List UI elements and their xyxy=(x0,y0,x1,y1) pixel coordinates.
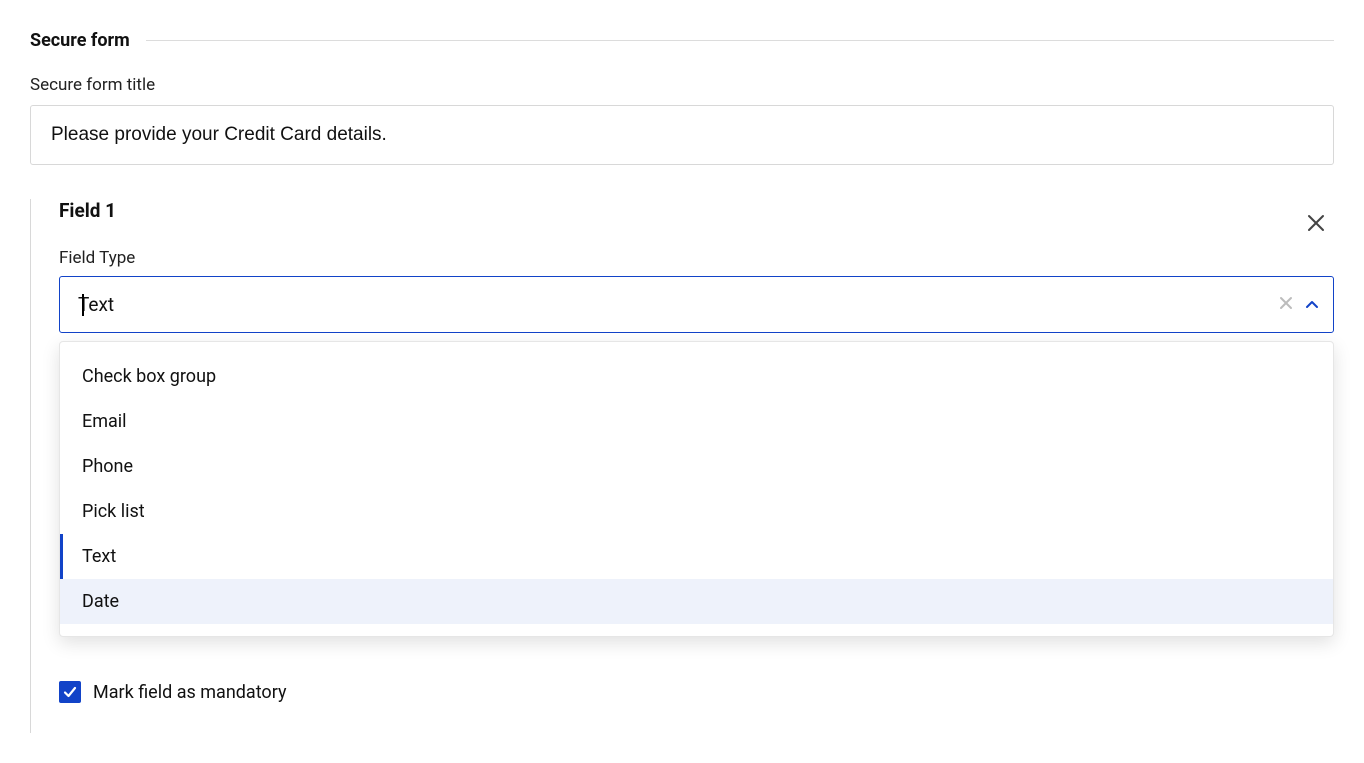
field-type-selected-text: Text xyxy=(78,293,114,316)
close-icon xyxy=(1306,213,1326,233)
option-pick-list[interactable]: Pick list xyxy=(60,489,1333,534)
option-checkbox-group[interactable]: Check box group xyxy=(60,354,1333,399)
field-header: Field 1 xyxy=(59,199,1334,248)
mandatory-checkbox-label: Mark field as mandatory xyxy=(93,682,286,703)
chevron-up-icon xyxy=(1305,298,1319,312)
field-block: Field 1 Field Type Text xyxy=(30,199,1334,733)
form-title-input[interactable] xyxy=(30,105,1334,165)
field-type-dropdown-menu: Check box group Email Phone Pick list Te… xyxy=(59,341,1334,637)
field-type-selected-value: Text xyxy=(78,293,1279,316)
section-header: Secure form xyxy=(30,30,1334,51)
dropdown-toggle[interactable] xyxy=(1305,298,1319,312)
remove-field-button[interactable] xyxy=(1298,203,1334,245)
x-icon xyxy=(1279,296,1293,310)
field-type-dropdown: Text Check box group Email Phon xyxy=(59,276,1334,333)
section-divider xyxy=(146,40,1334,41)
clear-selection-button[interactable] xyxy=(1279,296,1293,314)
mandatory-checkbox[interactable] xyxy=(59,681,81,703)
option-text[interactable]: Text xyxy=(60,534,1333,579)
field-title: Field 1 xyxy=(59,199,116,222)
option-email[interactable]: Email xyxy=(60,399,1333,444)
form-title-label: Secure form title xyxy=(30,75,1334,95)
option-date[interactable]: Date xyxy=(60,579,1333,624)
option-phone[interactable]: Phone xyxy=(60,444,1333,489)
section-title: Secure form xyxy=(30,30,130,51)
dropdown-icons xyxy=(1279,296,1319,314)
check-icon xyxy=(63,685,77,699)
mandatory-checkbox-row: Mark field as mandatory xyxy=(59,681,1334,703)
field-type-select[interactable]: Text xyxy=(59,276,1334,333)
field-type-label: Field Type xyxy=(59,248,1334,268)
